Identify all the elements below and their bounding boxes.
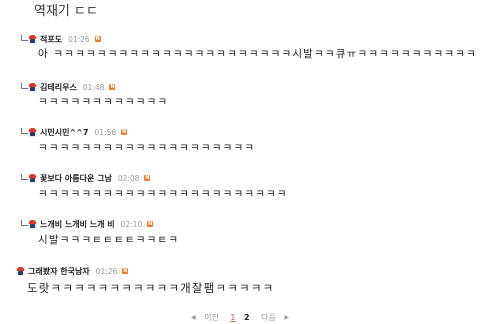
comment-time: 01:56 bbox=[94, 127, 117, 137]
comment-meta: 시민시민^^7 01:56 N bbox=[28, 125, 128, 139]
comment-body: 도랏ㅋㅋㅋㅋㅋㅋㅋㅋㅋㅋㅋ개잘팸ㅋㅋㅋㅋㅋ bbox=[27, 281, 275, 295]
reply-indicator bbox=[21, 35, 28, 41]
comment-meta: 그래봤자 한국남자 01:26 N bbox=[16, 264, 129, 278]
reply-indicator bbox=[21, 174, 28, 180]
comment-time: 01:26 bbox=[68, 34, 90, 44]
comment-author[interactable]: 꽃보다 아름다운 그남 bbox=[40, 173, 112, 184]
reply-indicator bbox=[21, 83, 28, 89]
comment-body: 시발ㅋㅋㅋㅌㅌㅌㅌㅋㅋㅌㅋ bbox=[38, 234, 180, 246]
comment-author[interactable]: 그래봤자 한국남자 bbox=[28, 266, 90, 277]
comment-time: 01:48 bbox=[82, 82, 105, 92]
chevron-left-icon: ◀ bbox=[190, 314, 196, 321]
comment-body: ㅋㅋㅋㅋㅋㅋㅋㅋㅋㅋㅋㅋㅋㅋㅋㅋㅋㅋㅋㅋㅋㅋㅋ bbox=[38, 188, 288, 200]
comment-time: 02:08 bbox=[117, 173, 140, 183]
comment-author[interactable]: 느개비 느개비 느개 비 bbox=[40, 219, 115, 230]
prev-page-label: 이전 bbox=[204, 313, 219, 322]
comment-meta: 적포도 01:26 N bbox=[28, 32, 101, 46]
comment-body: ㅋㅋㅋㅋㅋㅋㅋㅋㅋㅋㅋㅋㅋㅋㅋㅋㅋㅋㅋㅋ bbox=[38, 142, 256, 154]
new-badge: N bbox=[94, 36, 101, 42]
new-badge: N bbox=[144, 175, 151, 181]
avatar[interactable] bbox=[28, 173, 37, 183]
chevron-right-icon: ▶ bbox=[284, 314, 290, 321]
next-page-label: 다음 bbox=[261, 313, 276, 322]
new-badge: N bbox=[109, 84, 116, 90]
post-title: 역재기 ㄷㄷ bbox=[34, 4, 98, 19]
reply-indicator bbox=[21, 220, 28, 226]
comment-body: 아 ㅋㅋㅋㅋㅋㅋㅋㅋㅋㅋㅋㅋㅋㅋㅋㅋㅋㅋㅋㅋㅋㅋ시발ㅋㅋ큐ㅠㅋㅋㅋㅋㅋㅋㅋㅋㅋㅋ… bbox=[38, 48, 477, 60]
new-badge: N bbox=[122, 268, 129, 274]
avatar[interactable] bbox=[28, 82, 37, 92]
comment-author[interactable]: 김테리우스 bbox=[40, 82, 77, 93]
comment-meta: 꽃보다 아름다운 그남 02:08 N bbox=[28, 171, 151, 185]
avatar[interactable] bbox=[28, 127, 37, 137]
comment-author[interactable]: 적포도 bbox=[40, 34, 62, 45]
comment-time: 01:26 bbox=[95, 266, 118, 276]
prev-page-link[interactable]: ◀ 이전 bbox=[188, 313, 222, 322]
next-page-link[interactable]: 다음 ▶ bbox=[258, 313, 292, 322]
comment-meta: 느개비 느개비 느개 비 02:10 N bbox=[28, 217, 154, 231]
comment-meta: 김테리우스 01:48 N bbox=[28, 80, 116, 94]
comment-author[interactable]: 시민시민^^7 bbox=[40, 127, 88, 138]
pagination: ◀ 이전 1 2 다음 ▶ bbox=[0, 312, 480, 323]
reply-indicator bbox=[21, 128, 28, 134]
page-link-1[interactable]: 1 bbox=[230, 313, 235, 322]
comment-body: ㅋㅋㅋㅋㅋㅋㅋㅋㅋㅋㅋㅋ bbox=[38, 96, 169, 108]
avatar[interactable] bbox=[28, 219, 37, 229]
comment-time: 02:10 bbox=[120, 219, 143, 229]
avatar[interactable] bbox=[28, 34, 37, 44]
new-badge: N bbox=[147, 221, 154, 227]
new-badge: N bbox=[121, 129, 128, 135]
page-link-2[interactable]: 2 bbox=[244, 313, 250, 322]
avatar[interactable] bbox=[16, 266, 25, 276]
